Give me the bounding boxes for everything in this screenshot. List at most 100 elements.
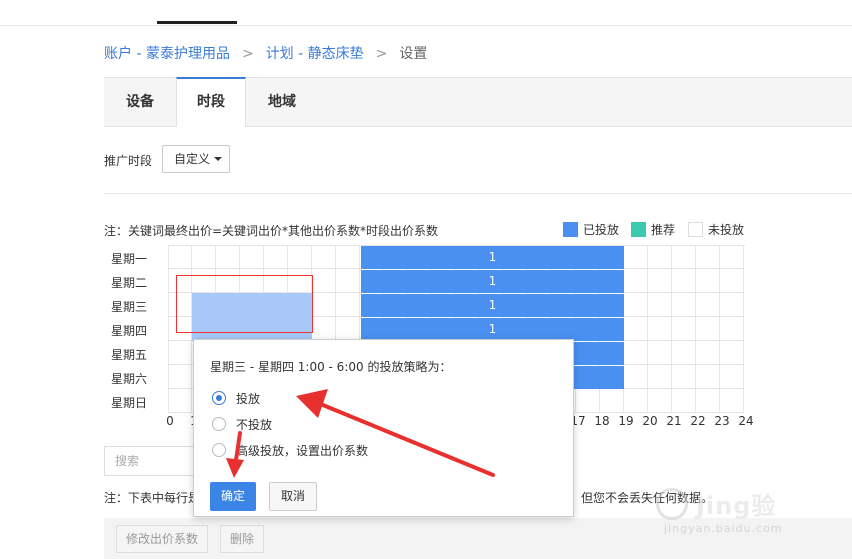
schedule-cell[interactable]	[672, 269, 696, 293]
tab-device[interactable]: 设备	[104, 78, 176, 127]
schedule-cell[interactable]	[336, 245, 360, 269]
active-hours-band[interactable]: 1	[361, 318, 624, 341]
schedule-cell[interactable]	[720, 293, 744, 317]
bid-formula-note: 注：关键词最终出价=关键词出价*其他出价系数*时段出价系数	[104, 224, 439, 238]
schedule-cell[interactable]	[696, 245, 720, 269]
schedule-cell[interactable]	[672, 341, 696, 365]
legend-label: 已投放	[583, 222, 620, 237]
schedule-cell[interactable]	[168, 365, 192, 389]
schedule-cell[interactable]	[624, 365, 648, 389]
schedule-cell[interactable]	[288, 245, 312, 269]
schedule-cell[interactable]	[696, 317, 720, 341]
breadcrumb: 账户 - 蒙泰护理用品 > 计划 - 静态床垫 > 设置	[104, 43, 427, 63]
legend-item-delivered: 已投放	[563, 221, 619, 237]
day-label: 星期三	[111, 300, 148, 314]
radio-icon[interactable]	[212, 417, 226, 431]
schedule-cell[interactable]	[168, 389, 192, 413]
option-no-deliver[interactable]: 不投放	[212, 416, 272, 432]
hour-tick-label: 21	[666, 414, 682, 428]
schedule-cell[interactable]	[720, 269, 744, 293]
schedule-cell[interactable]	[672, 389, 696, 413]
day-label: 星期六	[111, 372, 148, 386]
schedule-cell[interactable]	[600, 389, 624, 413]
legend-label: 未投放	[708, 222, 745, 237]
hour-tick-label: 24	[738, 414, 754, 428]
schedule-cell[interactable]	[648, 389, 672, 413]
schedule-cell[interactable]	[312, 269, 336, 293]
schedule-cell[interactable]	[336, 317, 360, 341]
legend-swatch	[631, 221, 646, 237]
schedule-cell[interactable]	[168, 341, 192, 365]
schedule-cell[interactable]	[648, 341, 672, 365]
tab-region[interactable]: 地域	[246, 78, 318, 127]
delivery-strategy-popup: 星期三 - 星期四 1:00 - 6:00 的投放策略为： 投放 不投放 高级投…	[193, 339, 574, 517]
radio-icon[interactable]	[212, 443, 226, 457]
hour-tick-label: 18	[594, 414, 610, 428]
schedule-cell[interactable]	[720, 317, 744, 341]
schedule-cell[interactable]	[336, 293, 360, 317]
schedule-cell[interactable]	[720, 365, 744, 389]
schedule-cell[interactable]	[624, 293, 648, 317]
schedule-cell[interactable]	[192, 245, 216, 269]
legend-swatch	[563, 221, 578, 237]
schedule-cell[interactable]	[648, 269, 672, 293]
hour-tick-label: 22	[690, 414, 706, 428]
schedule-cell[interactable]	[624, 245, 648, 269]
schedule-cell[interactable]	[696, 365, 720, 389]
schedule-cell[interactable]	[648, 293, 672, 317]
popup-title: 星期三 - 星期四 1:00 - 6:00 的投放策略为：	[210, 360, 452, 374]
day-label: 星期日	[111, 396, 148, 410]
schedule-cell[interactable]	[720, 245, 744, 269]
schedule-cell[interactable]	[696, 389, 720, 413]
option-advanced-deliver[interactable]: 高级投放，设置出价系数	[212, 442, 368, 458]
section-divider	[104, 193, 852, 194]
schedule-cell[interactable]	[696, 341, 720, 365]
schedule-cell[interactable]	[648, 245, 672, 269]
schedule-cell[interactable]	[624, 389, 648, 413]
schedule-cell[interactable]	[672, 317, 696, 341]
search-input[interactable]: 搜索	[104, 446, 194, 476]
active-hours-band[interactable]: 1	[361, 294, 624, 317]
legend-swatch	[688, 221, 703, 237]
period-dropdown[interactable]: 自定义	[162, 145, 230, 173]
schedule-cell[interactable]	[240, 245, 264, 269]
period-selected-value: 自定义	[174, 152, 211, 166]
schedule-cell[interactable]	[648, 317, 672, 341]
schedule-cell[interactable]	[168, 245, 192, 269]
active-hours-band[interactable]: 1	[361, 270, 624, 293]
delete-button[interactable]: 删除	[220, 525, 264, 553]
schedule-cell[interactable]	[312, 317, 336, 341]
cancel-button[interactable]: 取消	[269, 482, 317, 511]
active-hours-band[interactable]: 1	[361, 246, 624, 269]
schedule-cell[interactable]	[336, 269, 360, 293]
schedule-cell[interactable]	[720, 341, 744, 365]
schedule-cell[interactable]	[696, 293, 720, 317]
hour-tick-label: 19	[618, 414, 634, 428]
option-label: 投放	[236, 391, 261, 406]
schedule-cell[interactable]	[720, 389, 744, 413]
schedule-cell[interactable]	[624, 341, 648, 365]
schedule-cell[interactable]	[624, 317, 648, 341]
confirm-button[interactable]: 确定	[210, 482, 256, 511]
schedule-cell[interactable]	[672, 293, 696, 317]
tab-time-period[interactable]: 时段	[176, 77, 246, 127]
schedule-cell[interactable]	[696, 269, 720, 293]
schedule-cell[interactable]	[576, 389, 600, 413]
schedule-cell[interactable]	[648, 365, 672, 389]
schedule-cell[interactable]	[312, 293, 336, 317]
legend-item-not-delivered: 未投放	[688, 221, 744, 237]
option-deliver[interactable]: 投放	[212, 390, 260, 406]
day-label: 星期一	[111, 252, 148, 266]
breadcrumb-plan-link[interactable]: 计划 - 静态床垫	[266, 46, 364, 62]
schedule-cell[interactable]	[672, 365, 696, 389]
schedule-cell[interactable]	[624, 269, 648, 293]
legend-item-recommended: 推荐	[631, 221, 675, 237]
breadcrumb-account-link[interactable]: 账户 - 蒙泰护理用品	[104, 46, 230, 62]
schedule-cell[interactable]	[264, 245, 288, 269]
hour-tick-label: 0	[166, 414, 174, 428]
schedule-cell[interactable]	[216, 245, 240, 269]
modify-bid-coefficient-button[interactable]: 修改出价系数	[116, 525, 208, 553]
radio-selected-icon[interactable]	[212, 391, 226, 405]
schedule-cell[interactable]	[312, 245, 336, 269]
schedule-cell[interactable]	[672, 245, 696, 269]
